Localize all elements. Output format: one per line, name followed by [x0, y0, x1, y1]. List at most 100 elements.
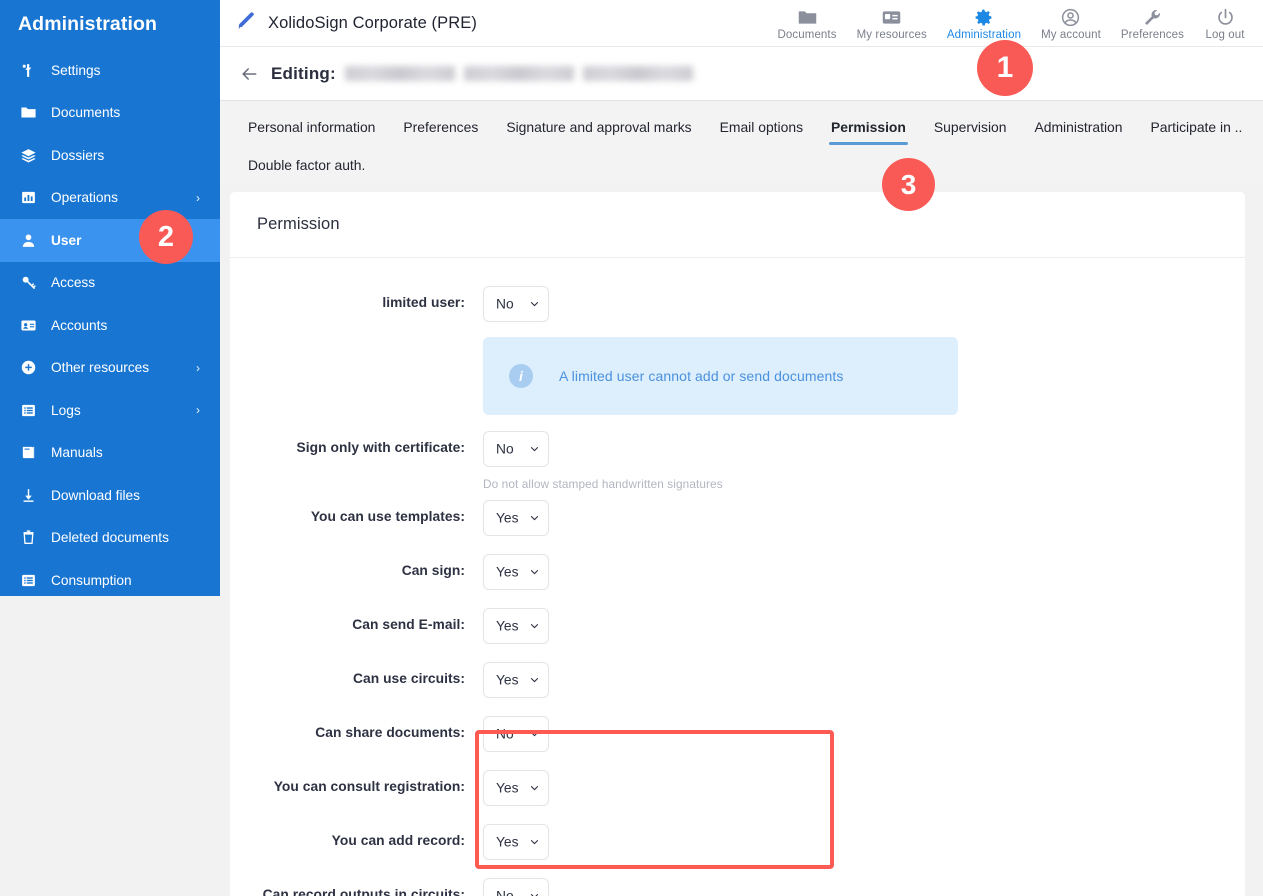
select-value: Yes — [496, 780, 519, 796]
sidebar-item-manuals[interactable]: Manuals — [0, 432, 220, 475]
sidebar-item-other-resources[interactable]: Other resources › — [0, 347, 220, 390]
chevron-down-icon — [530, 840, 539, 845]
brand: XolidoSign Corporate (PRE) — [235, 10, 477, 37]
list-icon — [18, 401, 38, 419]
list-alt-icon — [18, 571, 38, 589]
sidebar-nav: Settings Documents Dossiers Operations › User… — [0, 49, 220, 602]
select-value: Yes — [496, 618, 519, 634]
field-label: You can add record: — [331, 833, 465, 848]
trash-icon — [18, 529, 38, 547]
redacted-block — [582, 66, 693, 81]
redacted-user-name — [344, 66, 693, 81]
form-row: Sign only with certificate: No Do not allo… — [230, 431, 1245, 491]
sidebar-item-logs[interactable]: Logs › — [0, 389, 220, 432]
sidebar-item-settings[interactable]: Settings — [0, 49, 220, 92]
chevron-down-icon — [530, 302, 539, 307]
topnav-item-my-resources[interactable]: My resources — [847, 6, 937, 41]
sidebar-item-deleted-documents[interactable]: Deleted documents — [0, 517, 220, 560]
select-value: No — [496, 441, 514, 457]
key-icon — [18, 274, 38, 292]
select-value: Yes — [496, 564, 519, 580]
tab-supervision[interactable]: Supervision — [920, 109, 1021, 147]
form-row: You can consult registration: Yes — [230, 770, 1245, 815]
select-value: No — [496, 888, 514, 896]
tabs-row: Personal information Preferences Signature… — [220, 109, 1263, 185]
brand-title: XolidoSign Corporate (PRE) — [268, 13, 477, 32]
tab-email-options[interactable]: Email options — [706, 109, 817, 147]
select-can-use-circuits[interactable]: Yes — [483, 662, 549, 698]
select-can-record-outputs-in-circuits[interactable]: No — [483, 878, 549, 896]
select-sign-only-with-certificate[interactable]: No — [483, 431, 549, 467]
sidebar-item-download-files[interactable]: Download files — [0, 474, 220, 517]
topnav-item-log-out[interactable]: Log out — [1194, 6, 1256, 41]
sidebar-item-label: Access — [51, 275, 96, 291]
tab-preferences[interactable]: Preferences — [389, 109, 492, 147]
select-limited-user[interactable]: No — [483, 286, 549, 322]
wrench-icon — [1142, 8, 1163, 27]
app-root: Administration Settings Documents Dossiers… — [0, 0, 1263, 896]
sidebar-item-consumption[interactable]: Consumption — [0, 559, 220, 602]
topnav-item-documents[interactable]: Documents — [768, 6, 847, 41]
field-label: Can send E-mail: — [352, 617, 465, 632]
sidebar-item-label: Accounts — [51, 317, 108, 333]
sidebar-title: Administration — [18, 13, 157, 35]
sidebar-item-access[interactable]: Access — [0, 262, 220, 305]
select-can-share-documents[interactable]: No — [483, 716, 549, 752]
topnav-item-label: Documents — [777, 28, 837, 41]
tab-participate-in[interactable]: Participate in .. — [1137, 109, 1257, 147]
topnav-item-label: Log out — [1205, 28, 1245, 41]
select-can-sign[interactable]: Yes — [483, 554, 549, 590]
book-icon — [18, 444, 38, 462]
pen-icon — [235, 10, 257, 37]
folder-icon — [18, 104, 38, 122]
sidebar-item-label: Operations — [51, 190, 118, 206]
tab-personal-information[interactable]: Personal information — [234, 109, 389, 147]
field-label: Can sign: — [401, 563, 465, 578]
form-row: Can share documents: No — [230, 716, 1245, 761]
field-control: Yes — [483, 500, 1245, 541]
tab-permission[interactable]: Permission — [817, 109, 920, 147]
select-you-can-use-templates[interactable]: Yes — [483, 500, 549, 536]
tab-signature-and-approval-marks[interactable]: Signature and approval marks — [492, 109, 705, 147]
limited-user-info-box: i A limited user cannot add or send docum… — [483, 337, 958, 415]
download-icon — [18, 486, 38, 504]
sidebar-item-accounts[interactable]: Accounts — [0, 304, 220, 347]
chevron-right-icon: › — [196, 360, 200, 375]
field-label: You can consult registration: — [273, 779, 465, 794]
redacted-block — [344, 66, 455, 81]
sidebar-item-label: Logs — [51, 402, 81, 418]
select-you-can-consult-registration[interactable]: Yes — [483, 770, 549, 806]
sidebar-item-label: Settings — [51, 62, 101, 78]
tab-administration[interactable]: Administration — [1021, 109, 1137, 147]
sidebar-item-documents[interactable]: Documents — [0, 92, 220, 135]
sidebar-item-operations[interactable]: Operations › — [0, 177, 220, 220]
form-row: You can use templates: Yes — [230, 500, 1245, 545]
top-bar: XolidoSign Corporate (PRE) Documents My r… — [220, 0, 1263, 47]
card-title: Permission — [257, 215, 340, 233]
field-helper-text: Do not allow stamped handwritten signatu… — [483, 477, 723, 491]
layers-icon — [18, 146, 38, 164]
field-control: Yes — [483, 608, 1245, 649]
topnav-item-preferences[interactable]: Preferences — [1111, 6, 1194, 41]
account-circle-icon — [1060, 8, 1081, 27]
field-control: No i A limited user cannot add or send doc… — [483, 286, 1245, 415]
main-area: XolidoSign Corporate (PRE) Documents My r… — [220, 0, 1263, 896]
select-value: No — [496, 296, 514, 312]
tabs-bar: Personal information Preferences Signature… — [220, 101, 1263, 185]
card-header: Permission — [230, 192, 1245, 258]
topnav-item-my-account[interactable]: My account — [1031, 6, 1111, 41]
field-control: No — [483, 716, 1245, 757]
select-can-send-e-mail[interactable]: Yes — [483, 608, 549, 644]
select-you-can-add-record[interactable]: Yes — [483, 824, 549, 860]
tab-double-factor-auth[interactable]: Double factor auth. — [234, 147, 379, 185]
sidebar-item-label: User — [51, 232, 82, 248]
form-row: You can add record: Yes — [230, 824, 1245, 869]
topnav-item-administration[interactable]: Administration — [937, 6, 1031, 41]
field-control: Yes — [483, 662, 1245, 703]
sidebar-item-dossiers[interactable]: Dossiers — [0, 134, 220, 177]
sidebar-item-label: Consumption — [51, 572, 132, 588]
select-value: No — [496, 726, 514, 742]
folder-icon — [797, 8, 818, 27]
id-card-icon — [881, 8, 902, 27]
arrow-left-icon[interactable] — [236, 61, 262, 87]
